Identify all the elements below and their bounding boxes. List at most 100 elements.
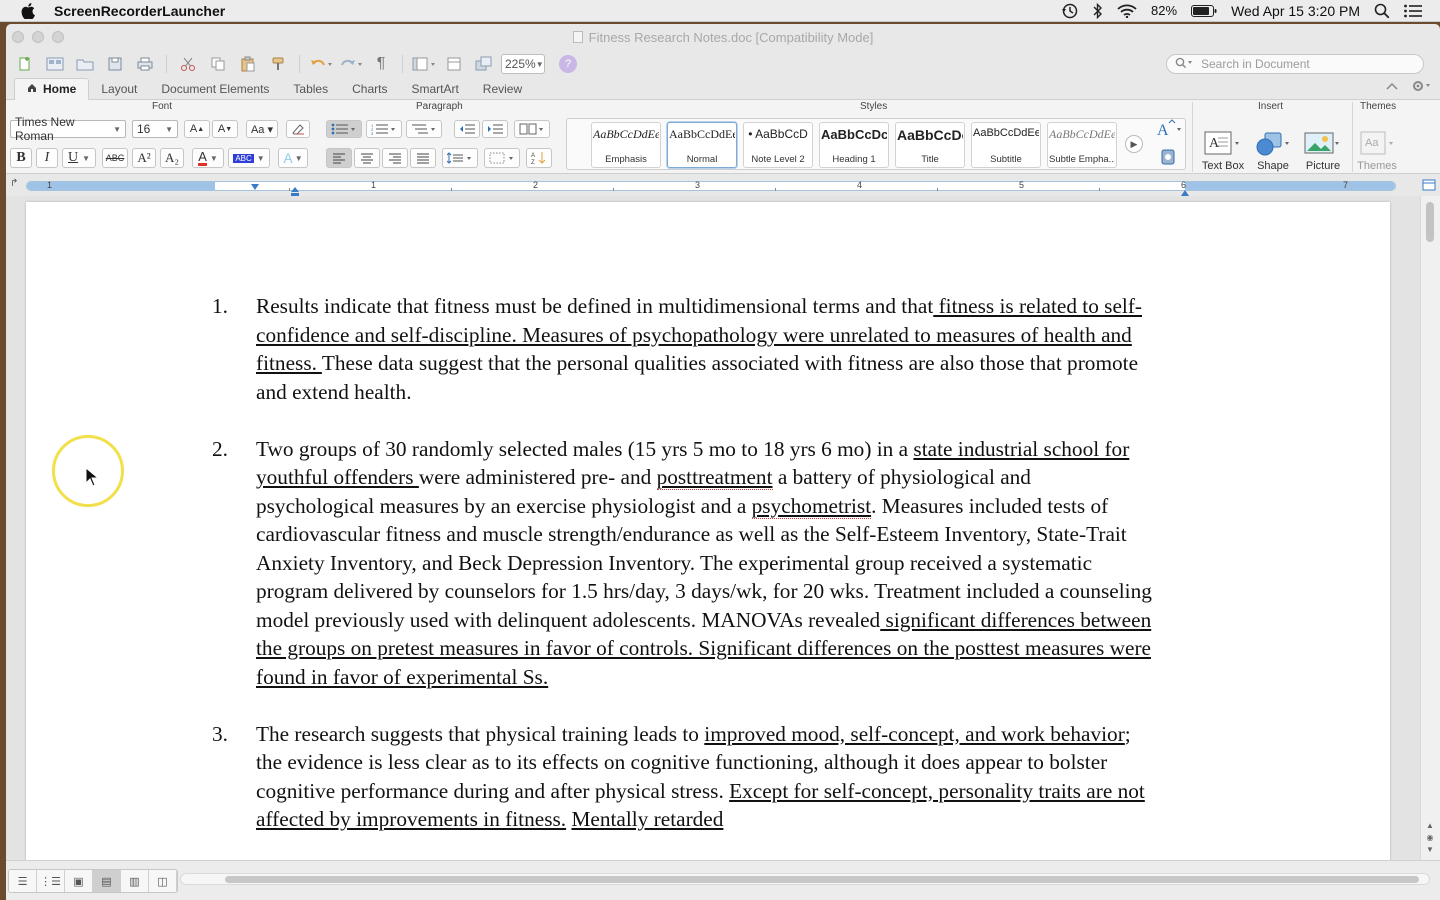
redo-icon[interactable] <box>338 53 364 75</box>
style-subtle-emphasis[interactable]: AaBbCcDdEe Subtle Empha... <box>1047 122 1117 168</box>
strikethrough-button[interactable]: ABC <box>102 148 128 168</box>
page-navigation-arrows[interactable]: ▲ ◉ ▼ <box>1423 820 1437 856</box>
align-center-button[interactable] <box>354 148 380 168</box>
sort-button[interactable]: AZ <box>526 148 552 168</box>
style-emphasis[interactable]: AaBbCcDdEe Emphasis <box>591 122 661 168</box>
vertical-scroll-thumb[interactable] <box>1426 202 1434 242</box>
borders-button[interactable] <box>484 148 520 168</box>
sidebar-icon[interactable] <box>411 53 437 75</box>
style-heading-1[interactable]: AaBbCcDc Heading 1 <box>819 122 889 168</box>
templates-icon[interactable] <box>42 53 68 75</box>
view-print-layout-icon[interactable]: ▤ <box>93 870 121 892</box>
view-notebook-icon[interactable]: ▥ <box>121 870 149 892</box>
tab-review[interactable]: Review <box>471 78 534 100</box>
style-normal[interactable]: AaBbCcDdEe Normal <box>667 122 737 168</box>
search-document-box[interactable] <box>1166 54 1424 74</box>
increase-indent-button[interactable] <box>482 120 508 138</box>
subscript-button[interactable]: A₂ <box>160 148 184 168</box>
line-spacing-button[interactable] <box>442 148 478 168</box>
media-browser-icon[interactable] <box>471 53 497 75</box>
cut-icon[interactable] <box>175 53 201 75</box>
manage-styles-icon[interactable] <box>1156 146 1180 168</box>
tab-home[interactable]: Home <box>14 77 90 100</box>
view-focus-icon[interactable]: ◫ <box>149 870 177 892</box>
tab-smartart[interactable]: SmartArt <box>399 78 470 100</box>
justify-button[interactable] <box>410 148 436 168</box>
align-left-button[interactable] <box>326 148 352 168</box>
copy-icon[interactable] <box>205 53 231 75</box>
print-icon[interactable] <box>132 53 158 75</box>
minimize-window-button[interactable] <box>32 31 44 43</box>
new-document-icon[interactable] <box>12 53 38 75</box>
search-document-input[interactable] <box>1201 57 1401 71</box>
bullets-button[interactable] <box>326 120 362 138</box>
open-icon[interactable] <box>72 53 98 75</box>
insert-picture-button[interactable]: Picture <box>1298 118 1348 172</box>
columns-button[interactable] <box>514 120 550 138</box>
highlight-button[interactable]: ABC ▼ <box>228 148 270 168</box>
view-draft-icon[interactable]: ☰ <box>9 870 37 892</box>
wifi-icon[interactable] <box>1117 1 1137 21</box>
bluetooth-icon[interactable] <box>1093 1 1103 21</box>
app-name[interactable]: ScreenRecorderLauncher <box>54 3 225 19</box>
tab-document-elements[interactable]: Document Elements <box>149 78 281 100</box>
toolbox-icon[interactable] <box>441 53 467 75</box>
save-icon[interactable] <box>102 53 128 75</box>
themes-icon: Aa <box>1357 129 1397 160</box>
ruler-toggle-icon[interactable] <box>1422 178 1436 196</box>
font-name-select[interactable]: Times New Roman ▼ <box>10 115 126 143</box>
collapse-ribbon-icon[interactable] <box>1386 80 1398 95</box>
apple-icon[interactable] <box>18 1 38 21</box>
horizontal-scroll-thumb[interactable] <box>225 876 1419 883</box>
bold-button[interactable]: B <box>10 148 32 168</box>
document-page[interactable]: 1. Results indicate that fitness must be … <box>26 202 1390 866</box>
notification-center-icon[interactable] <box>1404 1 1422 21</box>
first-line-indent-marker[interactable] <box>250 178 260 196</box>
multilevel-list-button[interactable] <box>406 120 442 138</box>
shrink-font-button[interactable]: A ▼ <box>212 120 238 138</box>
superscript-button[interactable]: A² <box>132 148 156 168</box>
tab-layout[interactable]: Layout <box>89 78 149 100</box>
zoom-window-button[interactable] <box>52 31 64 43</box>
tab-tables[interactable]: Tables <box>281 78 340 100</box>
time-machine-icon[interactable] <box>1061 1 1079 21</box>
underline-button[interactable]: U ▼ <box>62 148 96 168</box>
grow-font-button[interactable]: A ▲ <box>184 120 210 138</box>
datetime[interactable]: Wed Apr 15 3:20 PM <box>1231 1 1360 21</box>
themes-button[interactable]: Aa Themes <box>1352 118 1402 172</box>
undo-icon[interactable] <box>308 53 334 75</box>
font-color-button[interactable]: A ▼ <box>192 148 224 168</box>
view-publishing-icon[interactable]: ▣ <box>65 870 93 892</box>
close-window-button[interactable] <box>12 31 24 43</box>
vertical-scrollbar[interactable]: ▲ ◉ ▼ <box>1420 196 1440 860</box>
font-size-select[interactable]: 16 ▼ <box>132 120 178 138</box>
numbering-button[interactable]: 123 <box>366 120 402 138</box>
tab-stop-selector-icon[interactable]: ↱ <box>10 178 18 189</box>
decrease-indent-button[interactable] <box>454 120 480 138</box>
insert-shape-button[interactable]: Shape <box>1248 118 1298 172</box>
change-case-button[interactable]: Aa ▾ <box>246 120 278 138</box>
italic-button[interactable]: I <box>36 148 58 168</box>
paste-icon[interactable] <box>235 53 261 75</box>
tab-charts[interactable]: Charts <box>340 78 399 100</box>
zoom-select[interactable]: 225% ▼ <box>501 54 545 74</box>
ribbon-settings-icon[interactable] <box>1412 80 1432 95</box>
styles-pane-icon[interactable]: A <box>1156 118 1186 140</box>
clear-formatting-icon[interactable] <box>286 120 310 138</box>
style-subtitle[interactable]: AaBbCcDdEe Subtitle <box>971 122 1041 168</box>
align-right-button[interactable] <box>382 148 408 168</box>
format-painter-icon[interactable] <box>265 53 291 75</box>
horizontal-scrollbar[interactable] <box>180 873 1430 885</box>
insert-text-box-button[interactable]: A Text Box <box>1198 118 1248 172</box>
show-formatting-icon[interactable]: ¶ <box>368 53 394 75</box>
spotlight-icon[interactable] <box>1374 1 1390 21</box>
styles-next-icon[interactable]: ▶ <box>1125 135 1143 153</box>
battery-icon[interactable] <box>1191 1 1217 21</box>
document-body[interactable]: 1. Results indicate that fitness must be … <box>212 292 1154 862</box>
text-effects-button[interactable]: A ▼ <box>278 148 308 168</box>
style-note-level-2[interactable]: • AaBbCcD Note Level 2 <box>743 122 813 168</box>
help-icon[interactable]: ? <box>559 55 577 73</box>
style-title[interactable]: AaBbCcDc Title <box>895 122 965 168</box>
view-outline-icon[interactable]: ⋮☰ <box>37 870 65 892</box>
horizontal-ruler[interactable]: ↱ 1 1 2 3 4 5 6 7 <box>6 174 1440 197</box>
